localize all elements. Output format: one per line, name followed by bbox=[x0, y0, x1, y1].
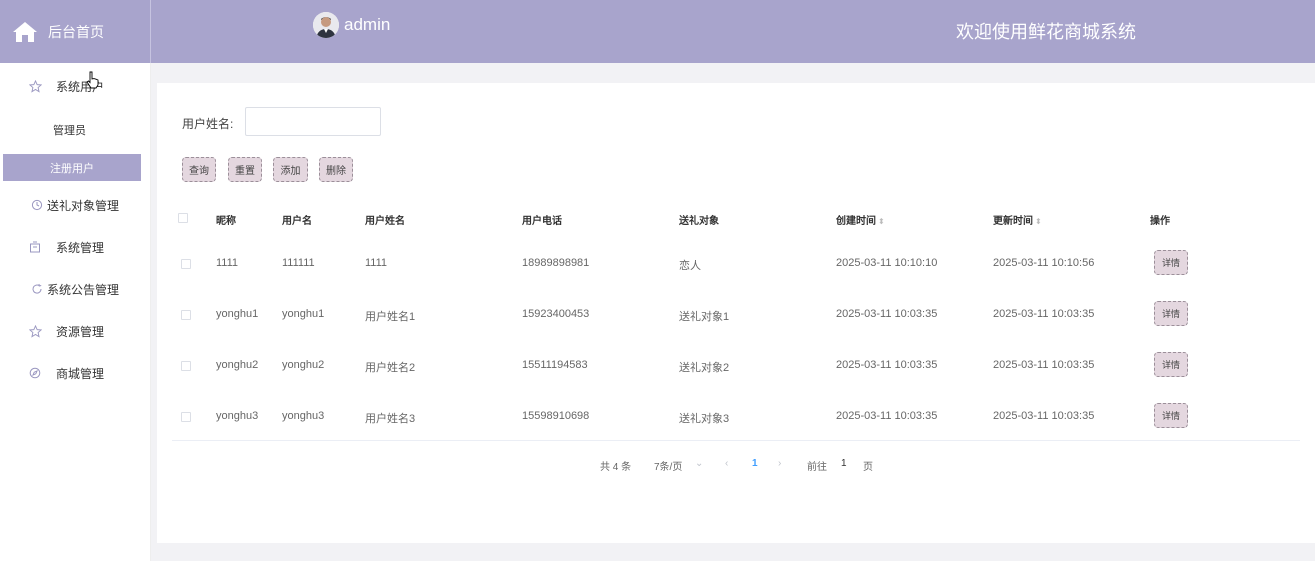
cell-gift-target: 送礼对象2 bbox=[679, 362, 730, 374]
box-icon bbox=[28, 240, 42, 254]
cell-updated: 2025-03-11 10:03:35 bbox=[993, 410, 1095, 422]
page-size-select[interactable]: 7条/页 bbox=[654, 458, 682, 473]
user-name: admin bbox=[344, 15, 391, 34]
column-header-gift-target: 送礼对象 bbox=[679, 216, 719, 227]
sidebar: 系统用户 管理员 注册用户 送礼对象管理 系统管理 系统公告管理 资源管理 商城… bbox=[0, 63, 151, 561]
sidebar-item-system-management[interactable]: 系统管理 bbox=[0, 235, 151, 259]
sort-icon: ⬍ bbox=[878, 217, 885, 226]
chevron-down-icon[interactable]: ⌄ bbox=[695, 458, 703, 469]
pagination-total: 共 4 条 bbox=[600, 462, 632, 473]
app-root: 后台首页 admin 欢迎使用鲜花商城系统 系统用户 管理员 注册用户 送礼对象… bbox=[0, 0, 1315, 561]
sidebar-subitem-registered-users[interactable]: 注册用户 bbox=[3, 154, 141, 181]
cell-phone: 15923400453 bbox=[522, 308, 590, 320]
query-button[interactable]: 查询 bbox=[182, 157, 216, 182]
brand-home-link[interactable]: 后台首页 bbox=[0, 0, 151, 63]
compass-icon bbox=[28, 366, 42, 380]
sidebar-item-mall[interactable]: 商城管理 bbox=[0, 361, 151, 385]
cell-phone: 15511194583 bbox=[522, 359, 588, 371]
sidebar-item-announcements[interactable]: 系统公告管理 bbox=[0, 277, 151, 301]
detail-button[interactable]: 详情 bbox=[1154, 403, 1188, 428]
detail-button[interactable]: 详情 bbox=[1154, 352, 1188, 377]
cell-created: 2025-03-11 10:03:35 bbox=[836, 410, 938, 422]
prev-page-icon[interactable]: ‹ bbox=[725, 458, 728, 469]
cell-phone: 15598910698 bbox=[522, 410, 590, 422]
sidebar-subitem-label: 注册用户 bbox=[50, 162, 94, 175]
refresh-icon bbox=[30, 282, 44, 296]
main-panel: 用户姓名: 查询 重置 添加 删除 昵称 用户名 用户姓名 用户电话 送礼对象 … bbox=[157, 83, 1315, 543]
table-divider bbox=[172, 440, 1300, 441]
select-all-checkbox[interactable] bbox=[178, 213, 188, 223]
page-number-current[interactable]: 1 bbox=[752, 458, 758, 469]
user-info[interactable]: admin bbox=[313, 12, 390, 38]
top-header: 后台首页 admin 欢迎使用鲜花商城系统 bbox=[0, 0, 1315, 63]
star-icon bbox=[28, 324, 42, 338]
row-checkbox[interactable] bbox=[181, 361, 191, 371]
cell-username: 111111 bbox=[282, 257, 315, 269]
cell-created: 2025-03-11 10:03:35 bbox=[836, 308, 938, 320]
star-icon bbox=[28, 79, 42, 93]
sidebar-item-resources[interactable]: 资源管理 bbox=[0, 319, 151, 343]
cell-realname: 用户姓名2 bbox=[365, 362, 416, 374]
cell-nickname: 1111 bbox=[216, 257, 239, 269]
row-checkbox[interactable] bbox=[181, 412, 191, 422]
cell-nickname: yonghu2 bbox=[216, 359, 259, 371]
column-header-updated[interactable]: 更新时间 ⬍ bbox=[993, 212, 1042, 227]
reset-button[interactable]: 重置 bbox=[228, 157, 262, 182]
cell-gift-target: 送礼对象3 bbox=[679, 413, 730, 425]
cell-realname: 用户姓名1 bbox=[365, 311, 416, 323]
goto-suffix: 页 bbox=[863, 462, 873, 473]
cell-created: 2025-03-11 10:10:10 bbox=[836, 257, 938, 269]
sort-icon: ⬍ bbox=[1035, 217, 1042, 226]
column-header-label: 创建时间 bbox=[836, 216, 876, 227]
cell-username: yonghu2 bbox=[282, 359, 325, 371]
pointer-cursor-icon bbox=[86, 71, 100, 94]
sidebar-item-label: 送礼对象管理 bbox=[47, 198, 120, 213]
cell-realname: 用户姓名3 bbox=[365, 413, 416, 425]
cell-gift-target: 送礼对象1 bbox=[679, 311, 730, 323]
cell-username: yonghu1 bbox=[282, 308, 325, 320]
sidebar-item-label: 资源管理 bbox=[56, 324, 105, 339]
sidebar-subitem-admin[interactable]: 管理员 bbox=[0, 118, 151, 142]
detail-button[interactable]: 详情 bbox=[1154, 301, 1188, 326]
next-page-icon[interactable]: › bbox=[778, 458, 781, 469]
sidebar-item-label: 商城管理 bbox=[56, 366, 105, 381]
column-header-actions: 操作 bbox=[1150, 216, 1170, 227]
column-header-realname: 用户姓名 bbox=[365, 216, 405, 227]
clock-icon bbox=[30, 198, 44, 212]
column-header-nickname: 昵称 bbox=[216, 216, 236, 227]
sidebar-item-system-users[interactable]: 系统用户 bbox=[0, 74, 151, 98]
cell-realname: 1111 bbox=[365, 257, 388, 269]
cell-updated: 2025-03-11 10:03:35 bbox=[993, 359, 1095, 371]
goto-page-input[interactable]: 1 bbox=[841, 458, 847, 469]
avatar bbox=[313, 12, 339, 38]
column-header-created[interactable]: 创建时间 ⬍ bbox=[836, 212, 885, 227]
column-header-label: 更新时间 bbox=[993, 216, 1033, 227]
goto-label: 前往 bbox=[807, 462, 827, 473]
sidebar-item-label: 系统管理 bbox=[56, 240, 105, 255]
sidebar-subitem-label: 管理员 bbox=[53, 125, 86, 137]
welcome-title: 欢迎使用鲜花商城系统 bbox=[956, 22, 1136, 42]
cell-gift-target: 恋人 bbox=[679, 260, 701, 272]
cell-nickname: yonghu3 bbox=[216, 410, 259, 422]
delete-button[interactable]: 删除 bbox=[319, 157, 353, 182]
brand-title: 后台首页 bbox=[48, 23, 104, 40]
cell-updated: 2025-03-11 10:10:56 bbox=[993, 257, 1095, 269]
sidebar-item-gift-targets[interactable]: 送礼对象管理 bbox=[0, 193, 151, 217]
row-checkbox[interactable] bbox=[181, 310, 191, 320]
column-header-phone: 用户电话 bbox=[522, 216, 562, 227]
detail-button[interactable]: 详情 bbox=[1154, 250, 1188, 275]
cell-username: yonghu3 bbox=[282, 410, 325, 422]
cell-created: 2025-03-11 10:03:35 bbox=[836, 359, 938, 371]
home-icon bbox=[12, 20, 38, 44]
column-header-username: 用户名 bbox=[282, 216, 312, 227]
cell-updated: 2025-03-11 10:03:35 bbox=[993, 308, 1095, 320]
row-checkbox[interactable] bbox=[181, 259, 191, 269]
sidebar-item-label: 系统公告管理 bbox=[47, 282, 120, 297]
search-label: 用户姓名: bbox=[182, 117, 234, 131]
add-button[interactable]: 添加 bbox=[273, 157, 308, 182]
username-search-input[interactable] bbox=[245, 107, 381, 136]
cell-nickname: yonghu1 bbox=[216, 308, 259, 320]
cell-phone: 18989898981 bbox=[522, 257, 590, 269]
